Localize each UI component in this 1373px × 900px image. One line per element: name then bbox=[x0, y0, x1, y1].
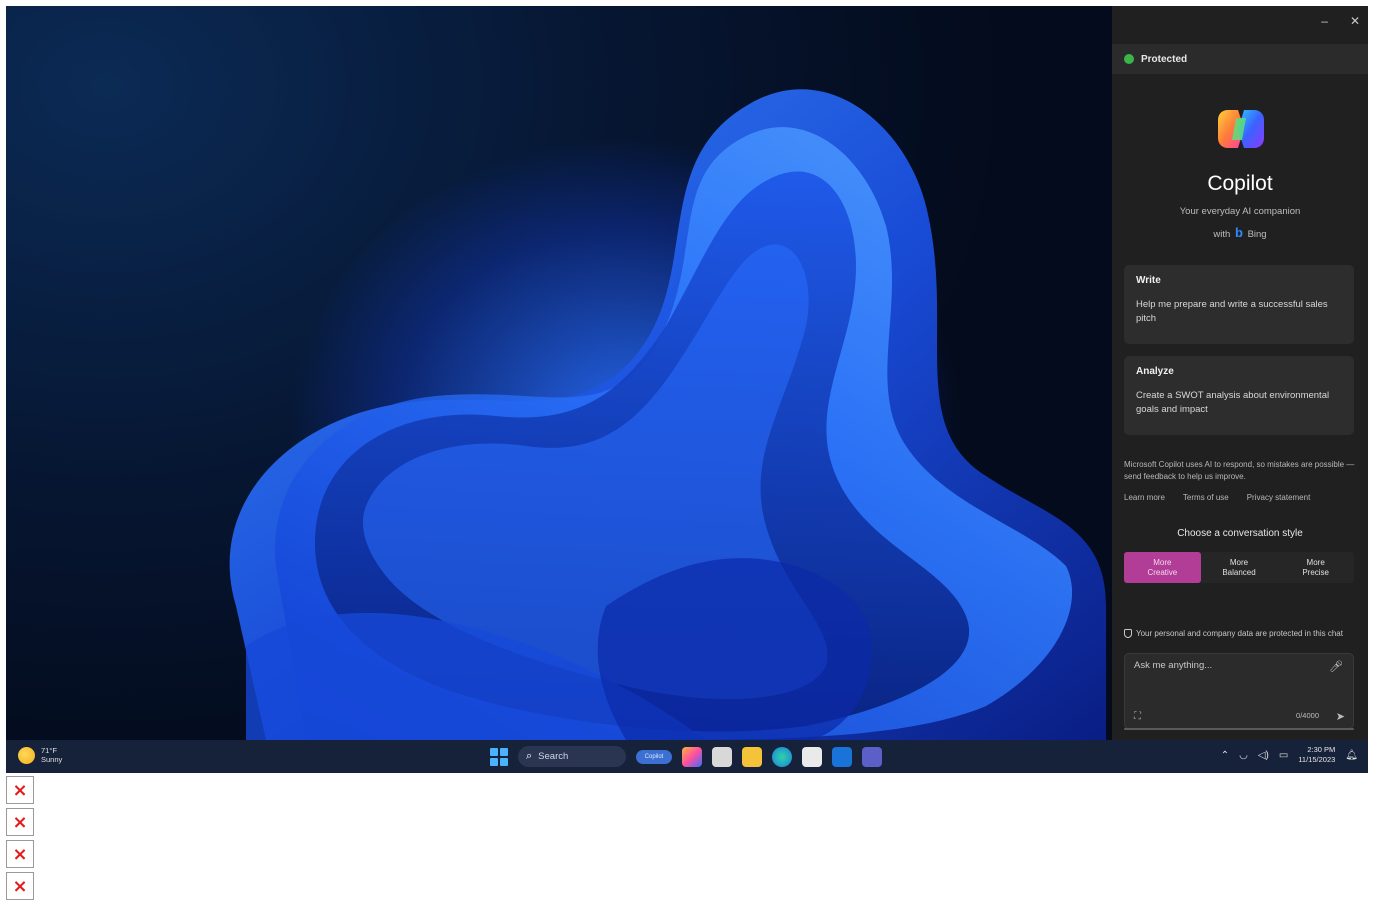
copilot-sidebar: – ✕ Protected Copilot Your everyday AI c… bbox=[1112, 6, 1368, 740]
with-bing-line: with b Bing bbox=[1112, 225, 1368, 240]
prompt-card-write[interactable]: Write Help me prepare and write a succes… bbox=[1124, 265, 1354, 344]
wifi-icon[interactable]: ◡ bbox=[1239, 750, 1248, 761]
bing-label: Bing bbox=[1247, 229, 1267, 240]
privacy-note-text: Your personal and company data are prote… bbox=[1136, 629, 1343, 638]
conversation-style-heading: Choose a conversation style bbox=[1177, 528, 1303, 539]
file-explorer-icon[interactable] bbox=[742, 746, 762, 767]
windows-start-icon[interactable] bbox=[490, 747, 508, 766]
taskbar-search[interactable]: ⌕ Search bbox=[518, 746, 626, 767]
copilot-title: Copilot bbox=[1207, 172, 1273, 195]
weather-temp: 71°F bbox=[41, 746, 57, 755]
style-precise-button[interactable]: More Precise bbox=[1277, 552, 1354, 583]
clock-date: 11/15/2023 bbox=[1298, 755, 1336, 764]
outlook-icon[interactable] bbox=[832, 746, 852, 767]
copilot-taskbar-pill[interactable]: Copilot bbox=[636, 749, 672, 764]
volume-icon[interactable]: ◁) bbox=[1258, 750, 1269, 761]
search-icon: ⌕ bbox=[526, 750, 533, 762]
prompt-card-analyze[interactable]: Analyze Create a SWOT analysis about env… bbox=[1124, 356, 1354, 435]
style-line: Precise bbox=[1302, 567, 1330, 577]
desktop-wallpaper bbox=[6, 6, 1112, 740]
broken-image-icon: × bbox=[6, 776, 34, 804]
privacy-note: Your personal and company data are prote… bbox=[1124, 629, 1364, 638]
learn-more-link[interactable]: Learn more bbox=[1124, 493, 1165, 502]
battery-icon[interactable]: ▭ bbox=[1279, 750, 1288, 761]
shield-icon bbox=[1124, 629, 1132, 638]
clock-time: 2:30 PM bbox=[1307, 745, 1336, 754]
card-title: Write bbox=[1136, 275, 1161, 286]
footer-links: Learn more Terms of use Privacy statemen… bbox=[1124, 493, 1310, 502]
weather-text: 71°F Sunny bbox=[41, 746, 62, 764]
terms-link[interactable]: Terms of use bbox=[1183, 493, 1229, 502]
send-icon[interactable]: ➤ bbox=[1336, 710, 1345, 723]
weather-widget[interactable]: 71°F Sunny bbox=[18, 746, 62, 764]
copilot-logo-icon bbox=[1218, 110, 1264, 148]
edge-icon[interactable] bbox=[772, 746, 792, 767]
sun-icon bbox=[18, 746, 35, 764]
bing-icon: b bbox=[1234, 225, 1243, 240]
protected-label: Protected bbox=[1141, 53, 1188, 65]
char-counter: 0/4000 bbox=[1296, 711, 1319, 720]
teams-icon[interactable] bbox=[862, 746, 882, 767]
card-body: Create a SWOT analysis about environment… bbox=[1136, 390, 1330, 415]
chat-input-box: 🎤︎ ⛶ 0/4000 ➤ bbox=[1124, 653, 1354, 729]
weather-desc: Sunny bbox=[41, 755, 63, 764]
style-line: Creative bbox=[1147, 567, 1178, 577]
copilot-subtitle: Your everyday AI companion bbox=[1179, 206, 1301, 217]
style-balanced-button[interactable]: More Balanced bbox=[1201, 552, 1278, 583]
taskbar: 71°F Sunny ⌕ Search Copilot ⌃ ◡ ◁) ▭ 2:3… bbox=[6, 740, 1368, 773]
card-title: Analyze bbox=[1136, 366, 1174, 377]
chat-input[interactable] bbox=[1134, 660, 1314, 671]
mic-icon[interactable]: 🎤︎ bbox=[1329, 660, 1343, 673]
privacy-link[interactable]: Privacy statement bbox=[1247, 493, 1311, 502]
system-tray: ⌃ ◡ ◁) ▭ 2:30 PM 11/15/2023 🔔︎ bbox=[1221, 745, 1358, 765]
shield-status-icon bbox=[1124, 54, 1134, 64]
style-creative-button[interactable]: More Creative bbox=[1124, 552, 1201, 583]
with-label: with bbox=[1213, 229, 1231, 240]
task-view-icon[interactable] bbox=[712, 746, 732, 767]
style-line: Balanced bbox=[1222, 567, 1256, 577]
style-line: More bbox=[1153, 557, 1172, 567]
notification-bell-icon[interactable]: 🔔︎ bbox=[1345, 750, 1358, 761]
taskbar-apps: ⌕ Search Copilot bbox=[490, 746, 882, 767]
broken-image-icon: × bbox=[6, 872, 34, 900]
minimize-button[interactable]: – bbox=[1321, 14, 1328, 28]
desktop-screen: – ✕ Protected Copilot Your everyday AI c… bbox=[6, 6, 1368, 773]
bloom-wallpaper-art bbox=[229, 89, 1106, 740]
close-button[interactable]: ✕ bbox=[1350, 14, 1360, 28]
conversation-style-selector: More Creative More Balanced More Precise bbox=[1124, 552, 1354, 583]
image-scan-icon[interactable]: ⛶ bbox=[1134, 711, 1141, 722]
chat-input-underline bbox=[1124, 728, 1354, 730]
card-body: Help me prepare and write a successful s… bbox=[1136, 299, 1328, 324]
broken-image-icon: × bbox=[6, 840, 34, 868]
chevron-up-icon[interactable]: ⌃ bbox=[1221, 750, 1229, 761]
search-label: Search bbox=[538, 751, 569, 762]
style-line: More bbox=[1229, 557, 1249, 567]
broken-image-icon: × bbox=[6, 808, 34, 836]
window-controls: – ✕ bbox=[1321, 14, 1360, 28]
style-line: More bbox=[1306, 557, 1325, 567]
store-icon[interactable] bbox=[802, 746, 822, 767]
ai-disclaimer: Microsoft Copilot uses AI to respond, so… bbox=[1124, 460, 1355, 481]
protected-status-bar: Protected bbox=[1112, 44, 1368, 74]
copilot-taskbar-icon[interactable] bbox=[682, 746, 702, 767]
clock[interactable]: 2:30 PM 11/15/2023 bbox=[1298, 745, 1335, 765]
